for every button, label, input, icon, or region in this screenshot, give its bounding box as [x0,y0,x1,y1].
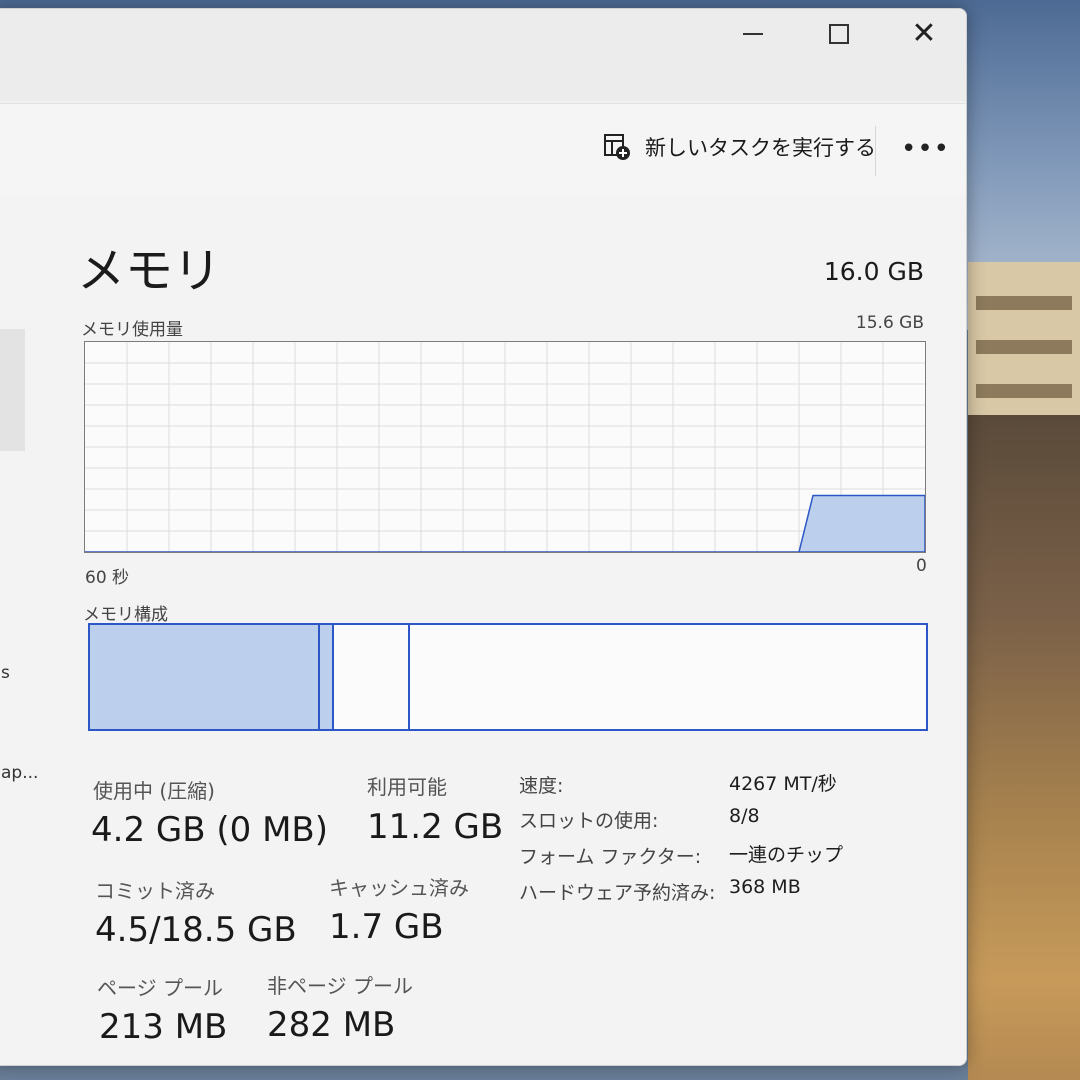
task-manager-window: ✕ 新しいタスクを実行する ••• メモリ 16.0 GB メモリ使用量 15.… [0,8,967,1066]
building [968,262,1080,422]
minimize-icon [743,33,763,35]
time-label-right: 0 [916,556,927,576]
memory-usage-chart [85,342,925,552]
composition-free[interactable] [410,625,926,729]
new-task-icon [603,133,631,161]
composition-modified[interactable] [320,625,334,729]
detail-value: 一連のチップ [729,844,844,866]
available-value: 11.2 GB [367,807,504,847]
detail-label: スロットの使用: [519,810,659,832]
close-button[interactable]: ✕ [884,9,964,59]
detail-value: 4267 MT/秒 [729,773,837,795]
in-use-label: 使用中 (圧縮) [93,779,215,803]
cached-value: 1.7 GB [329,907,444,947]
memory-panel: メモリ 16.0 GB メモリ使用量 15.6 GB 60 秒 0 メモリ構成 … [0,195,966,1065]
usage-label: メモリ使用量 [81,320,183,340]
sidebar-item-partial[interactable]: ap... [1,763,38,783]
title-bar: ✕ [0,9,966,101]
paged-pool-label: ページ プール [97,976,223,1000]
composition-in-use[interactable] [90,625,320,729]
page-title: メモリ [77,243,222,299]
run-new-task-button[interactable]: 新しいタスクを実行する [603,132,876,162]
toolbar: 新しいタスクを実行する ••• [0,103,966,197]
composition-standby[interactable] [334,625,410,729]
committed-value: 4.5/18.5 GB [95,910,297,950]
sidebar-fragment [0,329,25,451]
memory-composition-bar [88,623,928,731]
cached-label: キャッシュ済み [329,876,469,900]
detail-label: 速度: [519,775,564,797]
in-use-value: 4.2 GB (0 MB) [91,810,328,850]
toolbar-divider [875,126,876,176]
detail-value: 8/8 [729,805,760,827]
nonpaged-pool-value: 282 MB [267,1005,396,1045]
composition-label: メモリ構成 [83,605,168,625]
usage-max: 15.6 GB [855,313,924,333]
sidebar-item-partial[interactable]: s [1,663,10,683]
committed-label: コミット済み [95,879,215,903]
close-icon: ✕ [911,16,937,51]
detail-value: 368 MB [729,876,801,898]
more-options-button[interactable]: ••• [901,134,950,164]
detail-label: ハードウェア予約済み: [519,882,716,904]
memory-usage-graph [84,341,926,553]
cliff [968,415,1080,1080]
run-new-task-label: 新しいタスクを実行する [645,136,876,160]
maximize-icon [829,24,849,44]
maximize-button[interactable] [799,9,879,59]
minimize-button[interactable] [713,9,793,59]
paged-pool-value: 213 MB [99,1007,228,1047]
time-label-left: 60 秒 [85,568,130,588]
memory-total: 16.0 GB [823,257,924,286]
nonpaged-pool-label: 非ページ プール [267,974,413,998]
detail-label: フォーム ファクター: [519,846,702,868]
available-label: 利用可能 [367,775,447,799]
